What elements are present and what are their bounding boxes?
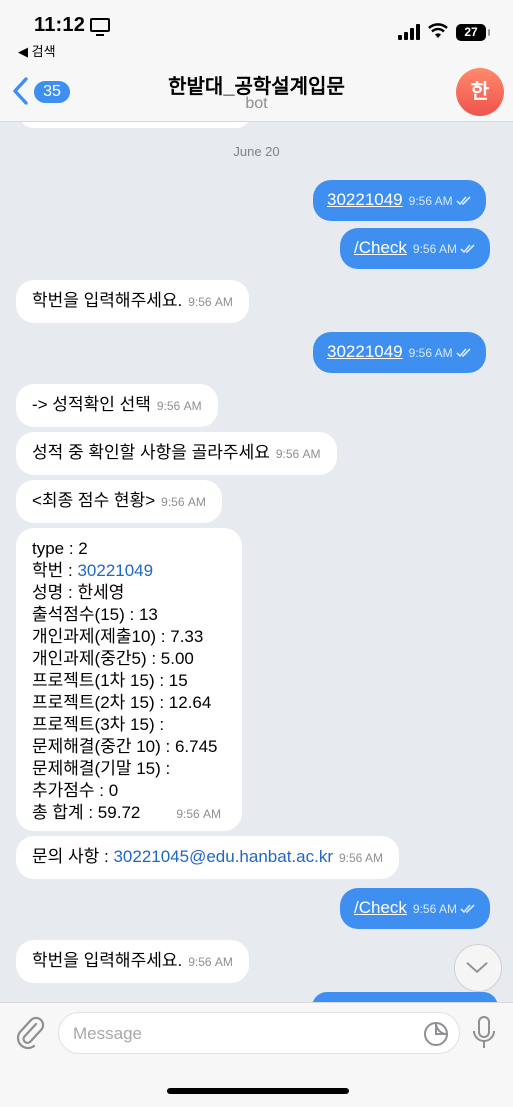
score-line: 총 합계 : 59.72 9:56 AM [32, 802, 226, 825]
cellular-signal-icon [398, 24, 420, 40]
message-time: 9:56 AM [161, 495, 206, 509]
message-time: 9:56 AM [408, 194, 453, 208]
microphone-icon[interactable] [472, 1015, 496, 1051]
score-details-bubble[interactable]: type : 2 학번 : 30221049 성명 : 한세영 출석점수(15)… [16, 528, 242, 831]
score-line: 프로젝트(1차 15) : 15 [32, 671, 188, 690]
read-checks-icon [460, 903, 475, 913]
score-line: 개인과제(제출10) : 7.33 [32, 627, 204, 646]
screen-mirroring-icon [90, 18, 110, 36]
message-text: 성적 중 확인할 사항을 골라주세요 [32, 443, 270, 462]
score-line: 프로젝트(2차 15) : 12.64 [32, 693, 212, 712]
message-time: 9:56 AM [339, 851, 384, 865]
message-bubble-incoming[interactable]: 학번을 입력해주세요. 9:56 AM [16, 940, 249, 983]
score-line: 추가점수 : 0 [32, 781, 119, 800]
message-input[interactable] [73, 1021, 403, 1047]
battery-indicator: 27 [456, 24, 490, 41]
chat-subtitle: bot [245, 95, 268, 112]
message-time: 9:56 AM [412, 902, 457, 916]
message-field[interactable] [58, 1012, 460, 1054]
message-bubble-incoming[interactable]: 문의 사항 : 30221045@edu.hanbat.ac.kr 9:56 AM [16, 836, 400, 879]
read-checks-icon [456, 347, 471, 357]
message-link[interactable]: /Check [354, 898, 407, 917]
email-link[interactable]: 30221045@edu.hanbat.ac.kr [113, 847, 333, 866]
message-bubble-incoming[interactable]: 성적 중 확인할 사항을 골라주세요 9:56 AM [16, 432, 337, 475]
message-input-bar [0, 1002, 513, 1107]
message-link[interactable]: /Check [354, 238, 407, 257]
score-line: 문제해결(중간 10) : 6.745 [32, 737, 218, 756]
wifi-icon [428, 23, 448, 38]
partial-message-bubble [20, 122, 250, 128]
message-bubble-incoming[interactable]: -> 성적확인 선택 9:56 AM [16, 384, 218, 427]
home-indicator[interactable] [167, 1088, 349, 1094]
read-checks-icon [460, 243, 475, 253]
read-checks-icon [456, 195, 471, 205]
score-line-label: 학번 : [32, 561, 78, 580]
message-time: 9:56 AM [408, 346, 453, 360]
message-bubble-outgoing[interactable]: /Check 9:56 AM [340, 888, 490, 929]
sticker-icon[interactable] [423, 1021, 449, 1047]
message-text: 학번을 입력해주세요. [32, 951, 183, 970]
score-line: 프로젝트(3차 15) : [32, 715, 165, 734]
partial-message-bubble [312, 992, 498, 1002]
score-line: 문제해결(기말 15) : [32, 759, 171, 778]
message-text: 학번을 입력해주세요. [32, 291, 183, 310]
message-time: 9:56 AM [188, 295, 233, 309]
score-line: 개인과제(중간5) : 5.00 [32, 649, 194, 668]
chevron-down-icon [466, 962, 488, 973]
message-time: 9:56 AM [156, 399, 202, 413]
chat-avatar[interactable]: 한 [456, 68, 504, 116]
score-line: type : 2 [32, 539, 88, 558]
message-text: -> 성적확인 선택 [32, 395, 151, 414]
message-bubble-incoming[interactable]: <최종 점수 현황> 9:56 AM [16, 480, 222, 523]
message-text: 문의 사항 : [32, 847, 114, 866]
back-to-app-link[interactable]: ◀ 검색 [18, 41, 56, 60]
message-bubble-outgoing[interactable]: 30221049 9:56 AM [313, 180, 486, 221]
date-separator: June 20 [233, 144, 280, 159]
message-text: <최종 점수 현황> [32, 491, 156, 510]
message-time: 9:56 AM [188, 955, 233, 969]
student-id-link[interactable]: 30221049 [77, 561, 153, 580]
message-bubble-outgoing[interactable]: /Check 9:56 AM [340, 228, 490, 269]
message-link[interactable]: 30221049 [327, 190, 403, 209]
message-time: 9:56 AM [275, 447, 321, 461]
paperclip-icon[interactable] [14, 1015, 46, 1051]
score-total: 총 합계 : 59.72 [32, 803, 141, 822]
status-bar: 11:12 ◀ 검색 27 [0, 0, 513, 62]
chat-header: 35 한밭대_공학설계입문 bot 한 [0, 62, 513, 122]
message-link[interactable]: 30221049 [327, 342, 403, 361]
message-time: 9:56 AM [412, 242, 457, 256]
scroll-to-bottom-button[interactable] [454, 944, 502, 992]
message-list[interactable]: June 20 30221049 9:56 AM /Check 9:56 AM 학번… [0, 122, 513, 1002]
score-line: 성명 : 한세영 [32, 583, 125, 602]
message-bubble-outgoing[interactable]: 30221049 9:56 AM [313, 332, 486, 373]
score-line: 학번 : 30221049 [32, 560, 226, 582]
clock: 11:12 [34, 14, 86, 36]
score-line: 출석점수(15) : 13 [32, 605, 158, 624]
message-time: 9:56 AM [176, 807, 222, 821]
message-bubble-incoming[interactable]: 학번을 입력해주세요. 9:56 AM [16, 280, 249, 323]
